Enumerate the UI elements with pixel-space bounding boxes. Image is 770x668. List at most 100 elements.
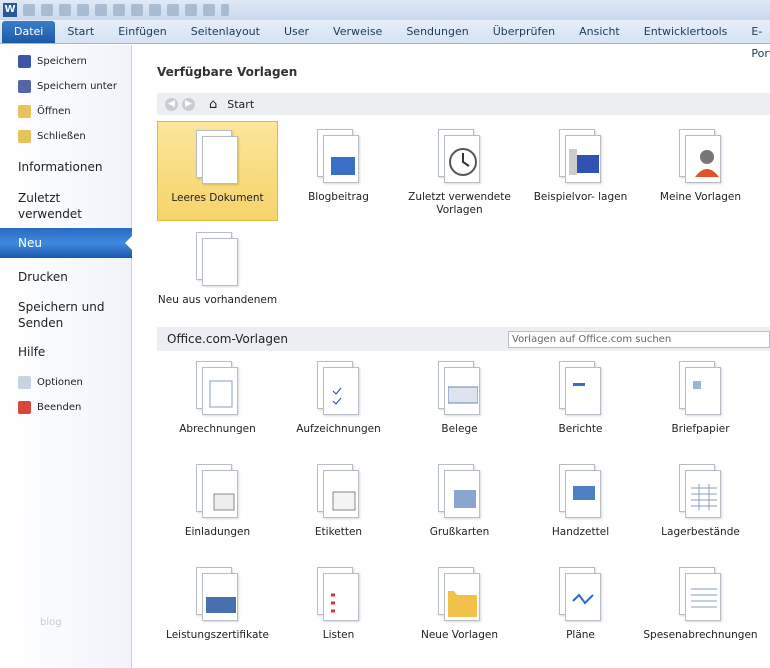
backstage-sidebar: Speichern Speichern unter Öffnen Schließ…: [0, 45, 132, 668]
exit-icon: [18, 401, 31, 414]
undo-icon[interactable]: [41, 4, 53, 16]
template-nav-bar: ◀ ▶ ⌂ Start: [157, 93, 770, 115]
quick-access-toolbar: W: [0, 0, 770, 20]
template-tile[interactable]: Neue Vorlagen: [399, 559, 520, 659]
sidebar-informationen[interactable]: Informationen: [18, 159, 150, 175]
sidebar-speichern-unter[interactable]: Speichern unter: [18, 80, 150, 93]
tab-ansicht[interactable]: Ansicht: [567, 21, 632, 43]
template-document-icon: [558, 567, 603, 623]
forward-icon[interactable]: ▶: [182, 97, 195, 111]
new-doc-icon[interactable]: [203, 4, 215, 16]
template-document-icon: [195, 361, 240, 417]
format-icon[interactable]: [185, 4, 197, 16]
template-label: Zuletzt verwendete Vorlagen: [408, 191, 511, 216]
template-label: Handzettel: [551, 526, 610, 538]
home-icon[interactable]: ⌂: [209, 97, 217, 112]
template-tile[interactable]: Zuletzt verwendete Vorlagen: [399, 121, 520, 221]
template-tile[interactable]: Lagerbestände: [640, 456, 761, 556]
template-label: Beispielvor- lagen: [533, 191, 628, 203]
template-tile[interactable]: Belege: [399, 353, 520, 453]
sidebar-optionen[interactable]: Optionen: [18, 376, 150, 389]
sidebar-drucken[interactable]: Drucken: [18, 269, 150, 285]
sidebar-oeffnen[interactable]: Öffnen: [18, 105, 150, 118]
template-tile[interactable]: Leeres Dokument: [157, 121, 278, 221]
word-logo-icon: W: [3, 3, 17, 17]
template-tile[interactable]: Spesenabrechnungen: [640, 559, 761, 659]
template-label: Spesenabrechnungen: [643, 629, 758, 641]
template-document-icon: [678, 567, 723, 623]
template-document-icon: [316, 361, 361, 417]
template-tile[interactable]: Grußkarten: [399, 456, 520, 556]
tab-user[interactable]: User: [272, 21, 321, 43]
template-tile[interactable]: Einladungen: [157, 456, 278, 556]
breadcrumb-home[interactable]: Start: [227, 98, 254, 111]
template-tile[interactable]: Meine Vorlagen: [640, 121, 761, 221]
template-tile[interactable]: Briefpapier: [640, 353, 761, 453]
template-tile[interactable]: Handzettel: [520, 456, 641, 556]
print-preview-icon[interactable]: [113, 4, 125, 16]
tab-datei[interactable]: Datei: [2, 21, 56, 43]
template-tile[interactable]: Pläne: [520, 559, 641, 659]
template-label: Leistungszertifikate: [166, 629, 269, 641]
watermark: blog: [40, 617, 62, 628]
print-icon[interactable]: [131, 4, 143, 16]
open-icon[interactable]: [77, 4, 89, 16]
template-tile[interactable]: Aufzeichnungen: [278, 353, 399, 453]
template-document-icon: [195, 130, 240, 186]
hand-icon[interactable]: [149, 4, 161, 16]
template-label: Pläne: [566, 629, 595, 641]
sidebar-schliessen[interactable]: Schließen: [18, 130, 150, 143]
template-document-icon: [437, 567, 482, 623]
open-folder-icon: [18, 105, 31, 118]
spelling-icon[interactable]: [167, 4, 179, 16]
template-tile[interactable]: Abrechnungen: [157, 353, 278, 453]
template-document-icon: [437, 464, 482, 520]
customize-chevron-icon[interactable]: [221, 4, 229, 16]
sidebar-hilfe[interactable]: Hilfe: [18, 344, 150, 360]
template-label: Aufzeichnungen: [296, 423, 381, 435]
template-label: Meine Vorlagen: [659, 191, 742, 203]
sidebar-zuletzt[interactable]: Zuletzt verwendet: [18, 190, 108, 222]
close-folder-icon: [18, 130, 31, 143]
tab-überprüfen[interactable]: Überprüfen: [481, 21, 567, 43]
template-document-icon: [437, 129, 482, 185]
template-label: Berichte: [558, 423, 603, 435]
template-label: Abrechnungen: [179, 423, 256, 435]
save-icon[interactable]: [23, 4, 35, 16]
back-icon[interactable]: ◀: [165, 97, 178, 111]
label: Schließen: [37, 131, 86, 142]
template-tile[interactable]: Etiketten: [278, 456, 399, 556]
template-tile[interactable]: Listen: [278, 559, 399, 659]
template-document-icon: [678, 464, 723, 520]
tab-seitenlayout[interactable]: Seitenlayout: [179, 21, 272, 43]
page-title: Verfügbare Vorlagen: [157, 65, 298, 79]
template-tile[interactable]: Blogbeitrag: [278, 121, 399, 221]
template-document-icon: [558, 361, 603, 417]
tab-verweise[interactable]: Verweise: [321, 21, 394, 43]
sidebar-beenden[interactable]: Beenden: [18, 401, 150, 414]
sidebar-speichern[interactable]: Speichern: [18, 55, 150, 68]
template-tile[interactable]: Beispielvor- lagen: [520, 121, 641, 221]
template-label: Listen: [322, 629, 355, 641]
sidebar-speichern-senden[interactable]: Speichern und Senden: [18, 299, 108, 331]
label: Öffnen: [37, 106, 71, 117]
template-label: Grußkarten: [429, 526, 490, 538]
folder-icon[interactable]: [95, 4, 107, 16]
label: Speichern: [37, 56, 87, 67]
template-label: Neue Vorlagen: [420, 629, 498, 641]
template-tile[interactable]: ✺ Neu aus vorhandenem: [157, 224, 278, 324]
label: Beenden: [37, 402, 82, 413]
tab-sendungen[interactable]: Sendungen: [394, 21, 480, 43]
options-icon: [18, 376, 31, 389]
tab-einfügen[interactable]: Einfügen: [106, 21, 179, 43]
redo-icon[interactable]: [59, 4, 71, 16]
tab-start[interactable]: Start: [55, 21, 106, 43]
template-tile[interactable]: Berichte: [520, 353, 641, 453]
save-as-icon: [18, 80, 31, 93]
template-tile[interactable]: Leistungszertifikate: [157, 559, 278, 659]
template-label: Neu aus vorhandenem: [157, 294, 278, 306]
tab-entwicklertools[interactable]: Entwicklertools: [632, 21, 740, 43]
office-search-input[interactable]: Vorlagen auf Office.com suchen: [508, 331, 770, 348]
tab-e-porto[interactable]: E-Porto: [739, 21, 770, 60]
sidebar-neu[interactable]: Neu: [0, 228, 132, 258]
